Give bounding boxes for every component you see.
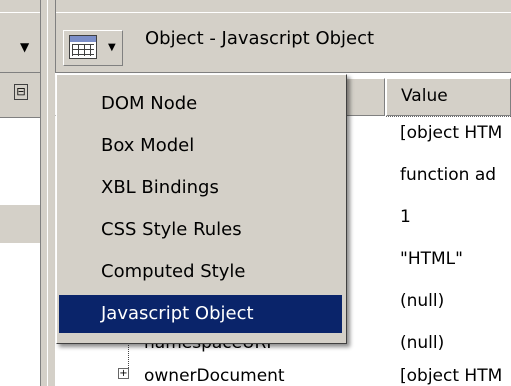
column-header-value[interactable]: Value bbox=[386, 78, 511, 116]
menu-item-css-style-rules[interactable]: CSS Style Rules bbox=[59, 211, 342, 249]
divider bbox=[386, 116, 511, 117]
table-row-value[interactable]: 1 bbox=[400, 207, 411, 227]
column-header-value-label: Value bbox=[401, 86, 448, 106]
view-menu: DOM Node Box Model XBL Bindings CSS Styl… bbox=[56, 74, 347, 344]
column-picker-icon[interactable]: ⊟ bbox=[14, 84, 28, 100]
menu-item-dom-node[interactable]: DOM Node bbox=[59, 85, 342, 123]
table-row-value[interactable]: function ad bbox=[400, 165, 496, 185]
panel-title: Object - Javascript Object bbox=[145, 28, 375, 49]
table-row-name[interactable]: ownerDocument bbox=[144, 366, 285, 386]
table-row-value[interactable]: "HTML" bbox=[400, 249, 463, 269]
divider bbox=[0, 12, 511, 13]
menu-item-box-model[interactable]: Box Model bbox=[59, 127, 342, 165]
pane-splitter[interactable] bbox=[40, 0, 56, 386]
table-row-value[interactable]: (null) bbox=[400, 333, 444, 353]
chevron-down-icon[interactable]: ▼ bbox=[108, 42, 116, 53]
table-row-value[interactable]: [object HTM bbox=[400, 366, 502, 386]
table-row-value[interactable]: (null) bbox=[400, 291, 444, 311]
left-pane-selected-row[interactable] bbox=[0, 205, 40, 243]
chevron-down-icon[interactable]: ▼ bbox=[20, 40, 29, 54]
menu-item-javascript-object[interactable]: Javascript Object bbox=[59, 295, 342, 333]
pane-splitter-highlight bbox=[47, 0, 48, 386]
menu-item-computed-style[interactable]: Computed Style bbox=[59, 253, 342, 291]
menu-item-xbl-bindings[interactable]: XBL Bindings bbox=[59, 169, 342, 207]
table-row-value[interactable]: [object HTM bbox=[400, 123, 502, 143]
table-view-icon bbox=[69, 35, 97, 59]
expand-icon[interactable]: + bbox=[118, 368, 129, 379]
